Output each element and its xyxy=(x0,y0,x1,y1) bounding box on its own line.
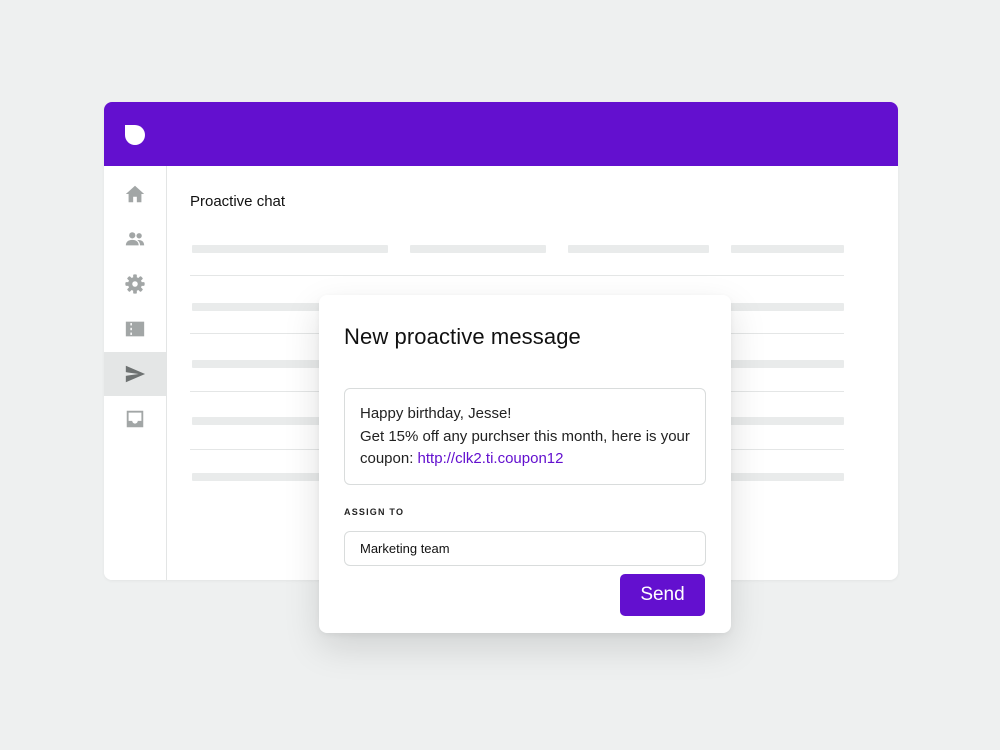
top-bar xyxy=(104,102,898,166)
sidebar-item-inbox[interactable] xyxy=(104,397,166,441)
assign-to-field[interactable]: Marketing team xyxy=(344,531,706,566)
sidebar-item-tickets[interactable] xyxy=(104,307,166,351)
message-line: coupon: http://clk2.ti.coupon12 xyxy=(360,448,690,471)
home-icon xyxy=(125,185,145,203)
header-placeholder xyxy=(410,245,546,253)
message-textarea[interactable]: Happy birthday, Jesse! Get 15% off any p… xyxy=(344,388,706,485)
sidebar-item-users[interactable] xyxy=(104,217,166,261)
inbox-icon xyxy=(126,410,144,428)
users-icon xyxy=(125,232,145,246)
modal-title: New proactive message xyxy=(344,324,581,349)
divider xyxy=(190,275,844,276)
message-line: Get 15% off any purchser this month, her… xyxy=(360,427,690,445)
send-button[interactable]: Send xyxy=(620,574,705,616)
page-title: Proactive chat xyxy=(190,193,286,210)
sidebar xyxy=(104,166,167,580)
header-placeholder xyxy=(192,245,388,253)
coupon-link[interactable]: http://clk2.ti.coupon12 xyxy=(418,450,564,467)
message-line: Happy birthday, Jesse! xyxy=(360,405,512,422)
new-message-modal: New proactive message Happy birthday, Je… xyxy=(319,295,731,633)
sidebar-item-home[interactable] xyxy=(104,172,166,216)
header-placeholder xyxy=(568,245,709,253)
sidebar-item-proactive[interactable] xyxy=(104,352,166,396)
sidebar-item-settings[interactable] xyxy=(104,262,166,306)
assign-to-label: ASSIGN TO xyxy=(344,507,405,517)
send-icon xyxy=(125,365,146,383)
brand-logo-icon[interactable] xyxy=(122,122,148,148)
message-text: coupon: xyxy=(360,450,418,467)
header-placeholder xyxy=(731,245,844,253)
ticket-icon xyxy=(125,321,145,337)
gear-icon xyxy=(125,274,145,294)
